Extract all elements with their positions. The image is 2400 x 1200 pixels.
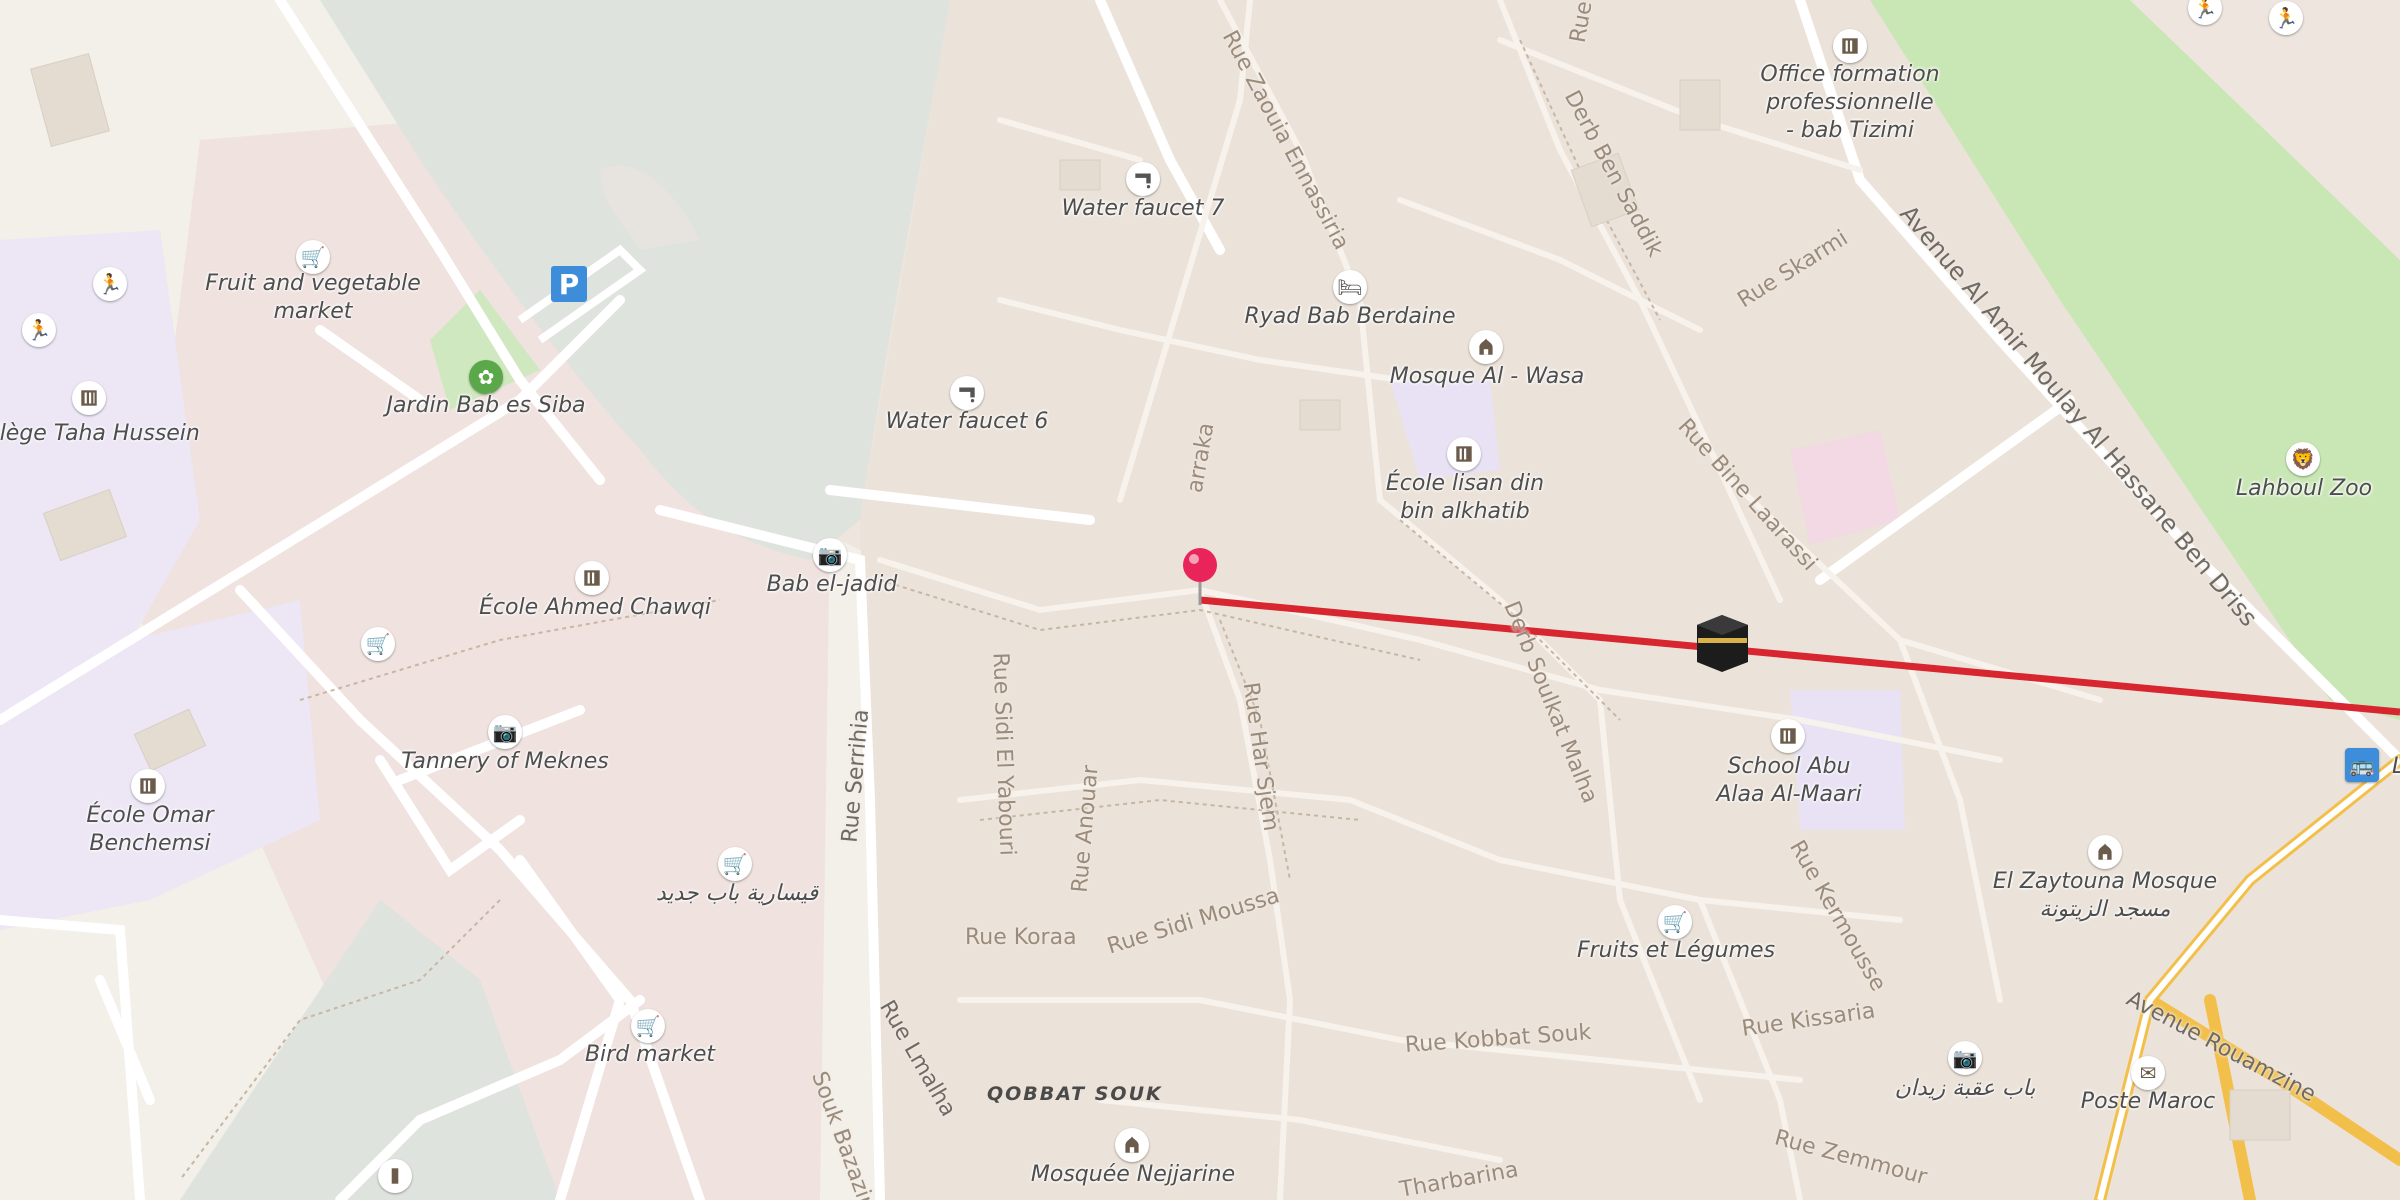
poi-label-faucet-6: Water faucet 6 [885, 409, 1049, 434]
poi-label-college-taha: ollège Taha Hussein [0, 421, 200, 446]
bed-icon[interactable]: 🛏 [1333, 270, 1367, 304]
camera-icon[interactable]: 📷 [488, 715, 522, 749]
poi-label-bird-market: Bird market [584, 1042, 716, 1067]
tower-icon[interactable] [378, 1159, 412, 1193]
zoo-icon[interactable]: 🦁 [2286, 442, 2320, 476]
poi-label-faucet-7: Water faucet 7 [1061, 196, 1225, 221]
faucet-icon[interactable] [950, 376, 984, 410]
map-canvas[interactable]: P 🛒 🏃 🏃 ✿ 🛏 🦁 🏃 🏃 📷 🛒 📷 🛒 🛒 🛒 📷 ✉ 🚌 Frui… [0, 0, 2400, 1200]
camera-icon[interactable]: 📷 [813, 538, 847, 572]
poi-label-jardin: Jardin Bab es Siba [386, 393, 586, 418]
poi-label-school-abu: School Abu Alaa Al-Maari [1716, 754, 1862, 807]
cart-icon[interactable]: 🛒 [718, 847, 752, 881]
district-label: QOBBAT SOUK [987, 1083, 1163, 1105]
poi-label-fruit-veg: Fruit and vegetable market [205, 271, 421, 324]
poi-label-ecole-chawqi: École Ahmed Chawqi [479, 595, 711, 620]
poi-label-poste: Poste Maroc [2080, 1089, 2216, 1114]
cart-icon[interactable]: 🛒 [631, 1009, 665, 1043]
poi-label-zaytouna: El Zaytouna Mosque مسجد الزيتونة [1992, 869, 2218, 922]
poi-label-nejjarine: Mosquée Nejjarine [1030, 1162, 1236, 1187]
parking-label: P [558, 267, 580, 301]
mail-icon[interactable]: ✉ [2131, 1056, 2165, 1090]
school-icon[interactable] [1833, 29, 1867, 63]
poi-label-bab-aqba: باب عقبة زيدان [1894, 1076, 2036, 1101]
garden-icon[interactable]: ✿ [469, 360, 503, 394]
poi-label-ecole-lisan: École lisan din bin alkhatib [1385, 471, 1545, 524]
poi-label-edge: L [2392, 753, 2400, 781]
bus-icon[interactable]: 🚌 [2345, 748, 2379, 782]
parking-icon[interactable]: P [551, 266, 587, 302]
sport-icon[interactable]: 🏃 [93, 267, 127, 301]
poi-label-fruits-legumes: Fruits et Légumes [1576, 938, 1776, 963]
cart-icon[interactable]: 🛒 [361, 627, 395, 661]
school-icon[interactable] [575, 561, 609, 595]
school-icon[interactable] [72, 381, 106, 415]
route-line [1199, 596, 2400, 716]
poi-label-lahboul: Lahboul Zoo [2235, 476, 2373, 501]
mosque-icon[interactable] [1469, 330, 1503, 364]
mosque-icon[interactable] [1115, 1128, 1149, 1162]
sport-icon[interactable]: 🏃 [22, 313, 56, 347]
cart-icon[interactable]: 🛒 [296, 240, 330, 274]
school-icon[interactable] [1447, 437, 1481, 471]
sport-icon[interactable]: 🏃 [2269, 1, 2303, 35]
camera-icon[interactable]: 📷 [1948, 1041, 1982, 1075]
poi-label-ryad: Ryad Bab Berdaine [1244, 304, 1456, 329]
poi-label-office-formation: Office formation professionnelle - bab T… [1760, 62, 1940, 143]
poi-label-mosque-wasa: Mosque Al - Wasa [1389, 364, 1585, 389]
route-layer [1199, 596, 2400, 716]
school-icon[interactable] [1771, 719, 1805, 753]
poi-label-tannery: Tannery of Meknes [401, 749, 609, 774]
poi-label-bab-jadid: Bab el-jadid [766, 572, 898, 597]
mosque-icon[interactable] [2088, 835, 2122, 869]
school-icon[interactable] [131, 769, 165, 803]
street-label-koraa: Rue Koraa [965, 925, 1077, 950]
poi-label-qissaria: قيسارية باب جديد [655, 881, 819, 906]
faucet-icon[interactable] [1126, 162, 1160, 196]
poi-label-ecole-omar: École Omar Benchemsi [86, 803, 214, 856]
cart-icon[interactable]: 🛒 [1658, 905, 1692, 939]
